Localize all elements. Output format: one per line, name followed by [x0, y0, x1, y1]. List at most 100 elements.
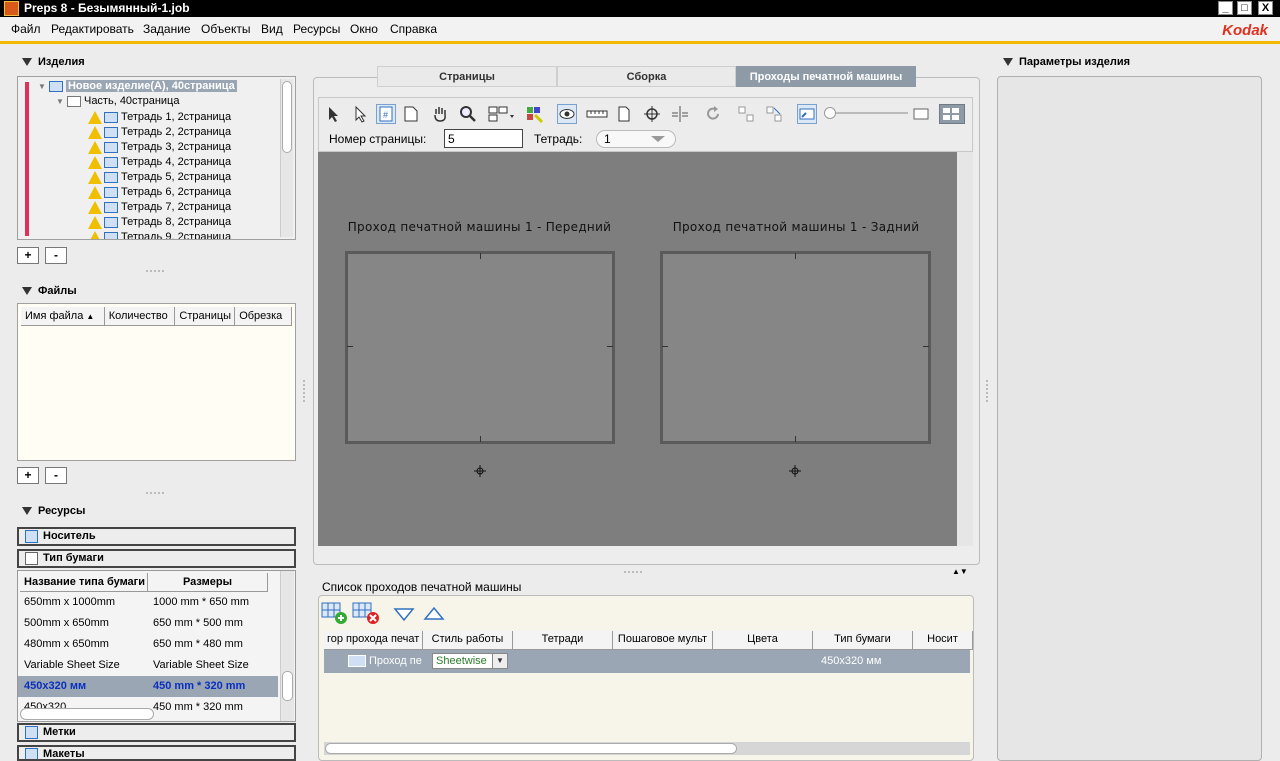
splitter-grip[interactable] — [146, 270, 164, 272]
close-button[interactable]: X — [1258, 1, 1273, 15]
menu-resources[interactable]: Ресурсы — [293, 22, 340, 36]
signature-item[interactable]: Тетрадь 5, 2страница — [88, 170, 231, 185]
group-media[interactable]: Носитель — [17, 527, 296, 546]
paper-row[interactable]: Variable Sheet Size Variable Sheet Size — [18, 655, 278, 676]
col-paper-name[interactable]: Название типа бумаги — [20, 573, 148, 592]
select-arrow-icon[interactable] — [323, 104, 343, 124]
paper-table[interactable]: Название типа бумаги Размеры 650mm x 100… — [17, 570, 296, 722]
back-sheet[interactable] — [660, 251, 931, 444]
scroll-thumb[interactable] — [325, 743, 737, 754]
signature-item[interactable]: Тетрадь 3, 2страница — [88, 140, 231, 155]
scroll-thumb[interactable] — [282, 671, 293, 701]
runlist-col[interactable]: Тетради — [513, 631, 613, 650]
menu-job[interactable]: Задание — [143, 22, 191, 36]
tree-root[interactable]: ▼ Новое изделие(А), 40страница — [38, 80, 237, 92]
add-product-button[interactable]: + — [17, 247, 39, 264]
eye-icon[interactable] — [557, 104, 577, 124]
col-filename[interactable]: Имя файла ▲ — [21, 307, 105, 326]
paper-hscroll-thumb[interactable] — [20, 708, 154, 720]
work-style-select[interactable]: Sheetwise ▼ — [432, 653, 508, 669]
chevron-down-icon[interactable]: ▼ — [492, 654, 507, 668]
signature-item[interactable]: Тетрадь 4, 2страница — [88, 155, 231, 170]
left-splitter[interactable] — [303, 380, 305, 402]
add-run-icon[interactable] — [321, 601, 349, 625]
products-tree[interactable]: ▼ Новое изделие(А), 40страница ▼ Часть, … — [17, 76, 296, 240]
page-position-icon[interactable]: # — [376, 104, 396, 124]
rotate-icon[interactable] — [703, 104, 723, 124]
signature-item[interactable]: Тетрадь 6, 2страница — [88, 185, 231, 200]
tree-part[interactable]: ▼ Часть, 40страница — [56, 95, 179, 107]
single-view-icon[interactable] — [911, 104, 931, 124]
runlist-col[interactable]: гор прохода печат — [324, 631, 423, 650]
col-paper-size[interactable]: Размеры — [148, 573, 268, 592]
direct-select-icon[interactable] — [350, 104, 370, 124]
col-trim[interactable]: Обрезка — [235, 307, 292, 326]
zoom-slider[interactable] — [824, 107, 908, 119]
gutter-icon[interactable] — [670, 104, 690, 124]
tab-press-runs[interactable]: Проходы печатной машины — [736, 66, 916, 87]
runlist-hscrollbar[interactable] — [324, 742, 970, 755]
col-quantity[interactable]: Количество — [104, 307, 176, 326]
distribute-icon[interactable] — [764, 104, 784, 124]
scroll-thumb[interactable] — [282, 81, 292, 153]
hand-icon[interactable] — [430, 104, 450, 124]
product-params-header[interactable]: Параметры изделия — [1003, 56, 1130, 68]
minimize-button[interactable]: _ — [1218, 1, 1233, 15]
resources-header[interactable]: Ресурсы — [22, 505, 85, 517]
front-sheet[interactable] — [345, 251, 615, 444]
menu-file[interactable]: Файл — [11, 22, 41, 36]
tree-scrollbar[interactable] — [280, 79, 293, 237]
group-marks[interactable]: Метки — [17, 723, 296, 742]
menu-window[interactable]: Окно — [350, 22, 378, 36]
group-templates[interactable]: Макеты — [17, 745, 296, 761]
paper-row[interactable]: 450x320 мм 450 mm * 320 mm — [18, 676, 278, 697]
files-table[interactable]: Имя файла ▲ Количество Страницы Обрезка — [17, 303, 296, 461]
products-header[interactable]: Изделия — [22, 56, 85, 68]
menu-help[interactable]: Справка — [390, 22, 437, 36]
press-sheet-canvas[interactable]: Проход печатной машины 1 - Передний Прох… — [318, 152, 957, 546]
signature-item[interactable]: Тетрадь 1, 2страница — [88, 110, 231, 125]
paper-row[interactable]: 650mm x 1000mm 1000 mm * 650 mm — [18, 592, 278, 613]
menu-view[interactable]: Вид — [261, 22, 283, 36]
zoom-icon[interactable] — [458, 104, 478, 124]
sheet-icon[interactable] — [614, 104, 634, 124]
canvas-scrollbar[interactable] — [957, 152, 973, 546]
runlist-col[interactable]: Пошаговое мульт — [613, 631, 713, 650]
group-paper[interactable]: Тип бумаги — [17, 549, 296, 568]
splitter-grip[interactable] — [146, 492, 164, 494]
menu-edit[interactable]: Редактировать — [51, 22, 134, 36]
layout-dropdown-icon[interactable] — [486, 104, 516, 124]
tab-pages[interactable]: Страницы — [377, 66, 557, 87]
runlist-col[interactable]: Носит — [913, 631, 973, 650]
move-down-icon[interactable] — [393, 606, 415, 622]
add-file-button[interactable]: + — [17, 467, 39, 484]
remove-file-button[interactable]: - — [45, 467, 67, 484]
move-up-icon[interactable] — [423, 606, 445, 622]
crosshair-icon[interactable] — [642, 104, 662, 124]
grid-view-icon[interactable] — [939, 104, 965, 124]
right-splitter[interactable] — [986, 380, 988, 402]
color-tool-icon[interactable] — [524, 104, 544, 124]
page-tool-icon[interactable] — [401, 104, 421, 124]
paper-scrollbar[interactable] — [280, 571, 294, 721]
menu-objects[interactable]: Объекты — [201, 22, 251, 36]
signature-item[interactable]: Тетрадь 7, 2страница — [88, 200, 231, 215]
expand-collapse-icon[interactable]: ▲▼ — [952, 567, 968, 576]
ruler-icon[interactable] — [585, 104, 609, 124]
files-header[interactable]: Файлы — [22, 285, 77, 297]
signature-select[interactable]: 1 — [596, 130, 676, 148]
runlist-col[interactable]: Стиль работы — [423, 631, 513, 650]
paper-row[interactable]: 480mm x 650mm 650 mm * 480 mm — [18, 634, 278, 655]
tab-imposition[interactable]: Сборка — [557, 66, 736, 87]
remove-product-button[interactable]: - — [45, 247, 67, 264]
runlist-col[interactable]: Тип бумаги — [813, 631, 913, 650]
paper-row[interactable]: 500mm x 650mm 650 mm * 500 mm — [18, 613, 278, 634]
col-pages[interactable]: Страницы — [175, 307, 236, 326]
signature-item[interactable]: Тетрадь 9, 2страница — [88, 230, 231, 239]
splitter-grip[interactable] — [624, 571, 642, 573]
page-number-input[interactable] — [444, 129, 523, 148]
fit-view-icon[interactable] — [797, 104, 817, 124]
runlist-row[interactable]: Проход пе Sheetwise ▼ 450x320 мм — [324, 650, 970, 673]
delete-run-icon[interactable] — [352, 601, 382, 625]
runlist-col[interactable]: Цвета — [713, 631, 813, 650]
